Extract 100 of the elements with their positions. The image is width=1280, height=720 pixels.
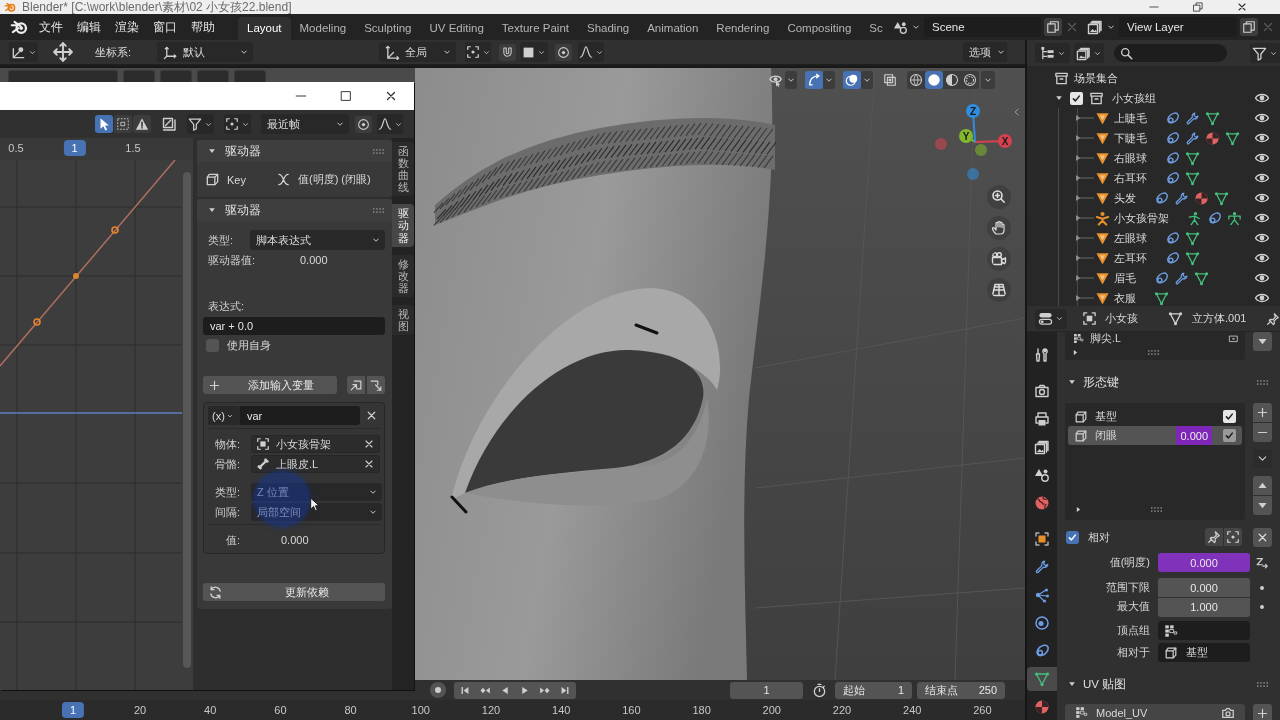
pin-icon[interactable] (1266, 311, 1280, 326)
mesh-triangle-icon[interactable] (1185, 170, 1200, 186)
duplicate-icon[interactable] (1240, 18, 1258, 36)
handle-point[interactable] (111, 226, 119, 234)
record-icon[interactable] (430, 682, 446, 698)
shapes-icon[interactable] (893, 19, 908, 35)
expand-arrow-icon[interactable] (1075, 113, 1095, 123)
end-frame-field[interactable]: 结束点 250 (917, 681, 1005, 699)
pivot-dropdown[interactable] (224, 114, 251, 134)
panel-header[interactable]: 驱动器 (197, 140, 392, 162)
circle-dot-icon[interactable] (355, 115, 372, 133)
outliner-item[interactable]: 衣服 (1114, 290, 1136, 306)
corner-frame-icon[interactable] (1224, 528, 1242, 546)
axis-handle[interactable] (967, 168, 979, 180)
shape-key-row[interactable]: 闭眼 0.000 (1068, 426, 1242, 445)
vertex-group-field[interactable] (1158, 621, 1250, 640)
box-select-icon[interactable] (114, 115, 132, 133)
checkbox-label[interactable]: 使用自身 (227, 337, 271, 353)
menu-item[interactable]: 帮助 (184, 17, 222, 37)
curved-arrow-icon[interactable] (805, 71, 823, 89)
workspace-tab[interactable]: Rendering (707, 17, 779, 40)
driver-type-dropdown[interactable]: 脚本表达式 (250, 230, 385, 250)
mesh-triangle-icon[interactable] (1185, 250, 1200, 266)
menu-item[interactable]: 渲染 (108, 17, 146, 37)
workspace-tab[interactable]: Layout (238, 17, 291, 40)
duplicate-icon[interactable] (1044, 18, 1062, 36)
warning-icon[interactable] (133, 115, 151, 133)
workspace-tab[interactable]: Animation (638, 17, 708, 40)
orientation-dropdown[interactable]: 默认 (157, 42, 254, 62)
transform-type-dropdown[interactable]: Z 位置 (251, 483, 382, 501)
mesh-triangle-icon[interactable] (1205, 110, 1220, 126)
search-field[interactable] (1114, 44, 1227, 62)
bone-handle[interactable] (450, 495, 468, 514)
workspace-tab[interactable]: Shading (578, 17, 639, 40)
handle-point[interactable] (33, 318, 41, 326)
chevron-down-icon[interactable] (1253, 449, 1272, 468)
expand-arrow-icon[interactable] (1075, 213, 1095, 223)
ring-icon[interactable] (1165, 230, 1180, 246)
close-icon[interactable] (363, 438, 375, 450)
frame-diagonal-icon[interactable] (161, 116, 177, 132)
bone-handle[interactable] (634, 323, 659, 335)
expand-arrow-icon[interactable] (1075, 133, 1095, 143)
checkbox[interactable] (206, 338, 219, 352)
workspace-tab[interactable]: Compositing (778, 17, 861, 40)
axis-handle[interactable] (935, 138, 947, 150)
wireframe-sphere-icon[interactable] (907, 71, 925, 89)
expand-arrow-icon[interactable] (1075, 173, 1095, 183)
add-icon[interactable] (1253, 403, 1272, 422)
overlapping-squares-icon[interactable] (881, 71, 899, 89)
restore-icon[interactable] (1192, 1, 1204, 13)
workspace-tab[interactable]: Texture Paint (492, 17, 578, 40)
transform-orientation-dropdown[interactable]: 全局 (379, 42, 457, 62)
close-icon[interactable] (363, 458, 375, 470)
wrench-icon[interactable] (1185, 110, 1200, 126)
current-frame-field[interactable]: 1 (730, 681, 803, 699)
move-down-icon[interactable] (1253, 496, 1272, 515)
axis-handle[interactable] (975, 144, 987, 156)
mesh-triangle-icon[interactable] (1154, 290, 1169, 306)
current-frame-marker[interactable]: 1 (63, 140, 86, 156)
ring-icon[interactable] (1207, 210, 1222, 226)
outliner-item[interactable]: 右眼球 (1114, 150, 1147, 166)
workspace-tab[interactable]: Sculpting (355, 17, 421, 40)
relative-key-field[interactable]: 基型 (1158, 643, 1250, 662)
outliner-item[interactable]: 头发 (1114, 190, 1136, 206)
checkbox[interactable] (1066, 530, 1079, 544)
menu-item[interactable]: 文件 (32, 17, 70, 37)
checkbox[interactable] (1223, 410, 1236, 423)
outliner-item[interactable]: 小女孩组 (1112, 90, 1156, 106)
camera-icon[interactable] (1221, 705, 1235, 720)
number-field[interactable]: 1.000 (1158, 597, 1250, 617)
display-mode-dropdown[interactable] (1035, 43, 1070, 63)
expand-arrow-icon[interactable] (1071, 347, 1080, 357)
current-frame-marker[interactable]: 1 (61, 702, 85, 718)
mesh-triangle-icon[interactable] (1194, 270, 1209, 286)
pin-icon[interactable] (1205, 528, 1223, 546)
stopwatch-icon[interactable] (812, 682, 827, 698)
ring-icon[interactable] (1165, 150, 1180, 166)
checker-sphere-icon[interactable] (1205, 130, 1220, 146)
options-dropdown[interactable]: 选项 (963, 42, 1007, 62)
outliner-item[interactable]: 下睫毛 (1114, 130, 1147, 146)
sidebar-tab[interactable]: 驱动器 (392, 204, 414, 247)
ring-icon[interactable] (1165, 170, 1180, 186)
wrench-icon[interactable] (1185, 130, 1200, 146)
menu-item[interactable]: 编辑 (70, 17, 108, 37)
sidebar-tab[interactable]: 视图 (392, 304, 414, 336)
outliner-item[interactable]: 眉毛 (1114, 270, 1136, 286)
view-layer-filter-dropdown[interactable] (1074, 43, 1104, 63)
mesh-triangle-icon[interactable] (1225, 130, 1240, 146)
pivot-dropdown[interactable] (9, 42, 38, 62)
remove-icon[interactable] (1253, 423, 1272, 442)
list-item-name[interactable]: 脚尖.L (1090, 332, 1121, 346)
workspace-tab[interactable]: UV Editing (420, 17, 493, 40)
expand-arrow-icon[interactable] (1075, 233, 1095, 243)
object-field[interactable]: 小女孩骨架 (251, 435, 380, 453)
expand-arrow-icon[interactable] (1075, 253, 1095, 263)
panel-header[interactable]: 驱动器 (197, 199, 392, 221)
panel-header[interactable]: UV 贴图 (1065, 674, 1272, 694)
running-figure-icon[interactable] (1187, 210, 1202, 226)
solid-sphere-icon[interactable] (925, 71, 943, 89)
move-up-icon[interactable] (1253, 476, 1272, 495)
